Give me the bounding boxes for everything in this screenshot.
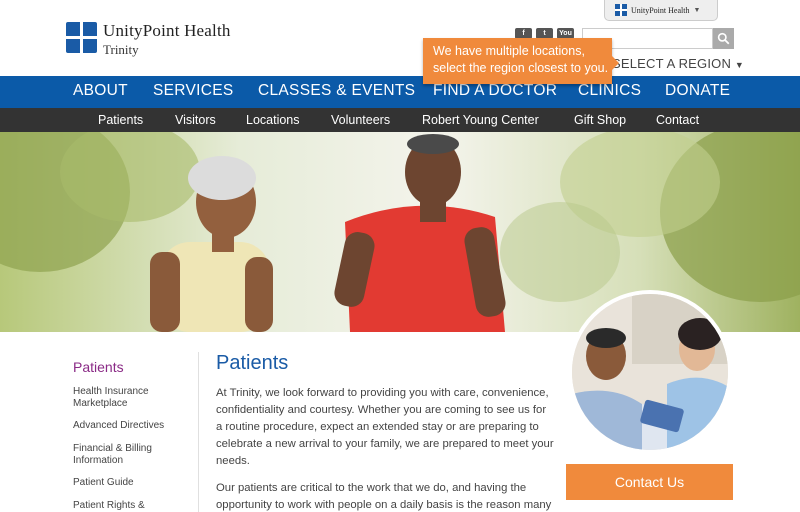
nav-about[interactable]: ABOUT bbox=[73, 76, 128, 108]
subnav-contact[interactable]: Contact bbox=[656, 108, 699, 132]
main-nav: ABOUT SERVICES CLASSES & EVENTS FIND A D… bbox=[0, 76, 800, 108]
network-dropdown[interactable]: UnityPoint Health ▼ bbox=[604, 0, 718, 21]
search-button[interactable] bbox=[713, 28, 734, 49]
nav-donate[interactable]: DONATE bbox=[665, 76, 730, 108]
page-title: Patients bbox=[216, 352, 289, 374]
search-icon bbox=[717, 32, 730, 45]
contact-us-button[interactable]: Contact Us bbox=[566, 464, 733, 500]
sidebar-link-patient-rights[interactable]: Patient Rights & bbox=[73, 500, 183, 512]
patient-nurse-photo bbox=[568, 290, 732, 454]
sidebar-link-health-insurance[interactable]: Health Insurance Marketplace bbox=[73, 386, 183, 410]
caret-down-icon: ▼ bbox=[734, 60, 745, 70]
subnav-visitors[interactable]: Visitors bbox=[175, 108, 216, 132]
subnav-locations[interactable]: Locations bbox=[246, 108, 300, 132]
subnav-robert-young-center[interactable]: Robert Young Center bbox=[422, 108, 539, 132]
logo-cross-icon bbox=[66, 22, 97, 53]
nav-services[interactable]: SERVICES bbox=[153, 76, 234, 108]
region-tooltip: We have multiple locations, select the r… bbox=[423, 38, 619, 84]
caret-down-icon: ▼ bbox=[693, 6, 701, 14]
region-selector[interactable]: SELECT A REGION ▼ bbox=[612, 56, 744, 71]
subnav-patients[interactable]: Patients bbox=[98, 108, 143, 132]
logo-subtitle: Trinity bbox=[103, 42, 139, 57]
sidebar-link-advanced-directives[interactable]: Advanced Directives bbox=[73, 420, 183, 432]
sidebar-link-financial-billing[interactable]: Financial & Billing Information bbox=[73, 443, 183, 467]
sidebar-link-patient-guide[interactable]: Patient Guide bbox=[73, 477, 183, 489]
body-paragraph: Our patients are critical to the work th… bbox=[216, 482, 552, 511]
region-label: SELECT A REGION bbox=[612, 56, 732, 71]
network-label: UnityPoint Health bbox=[631, 5, 690, 15]
subnav-gift-shop[interactable]: Gift Shop bbox=[574, 108, 626, 132]
intro-paragraph: At Trinity, we look forward to providing… bbox=[216, 387, 554, 467]
site-logo[interactable]: UnityPoint Health Trinity bbox=[66, 22, 231, 56]
sub-nav: Patients Visitors Locations Volunteers R… bbox=[0, 108, 800, 132]
page: UnityPoint Health Trinity UnityPoint Hea… bbox=[0, 0, 800, 512]
logo-title: UnityPoint Health bbox=[103, 21, 231, 40]
subnav-volunteers[interactable]: Volunteers bbox=[331, 108, 390, 132]
site-header: UnityPoint Health Trinity UnityPoint Hea… bbox=[0, 0, 800, 84]
sidebar-title[interactable]: Patients bbox=[73, 359, 124, 375]
nav-classes-events[interactable]: CLASSES & EVENTS bbox=[258, 76, 415, 108]
network-cross-icon bbox=[615, 4, 627, 16]
sidebar-divider bbox=[198, 352, 199, 512]
